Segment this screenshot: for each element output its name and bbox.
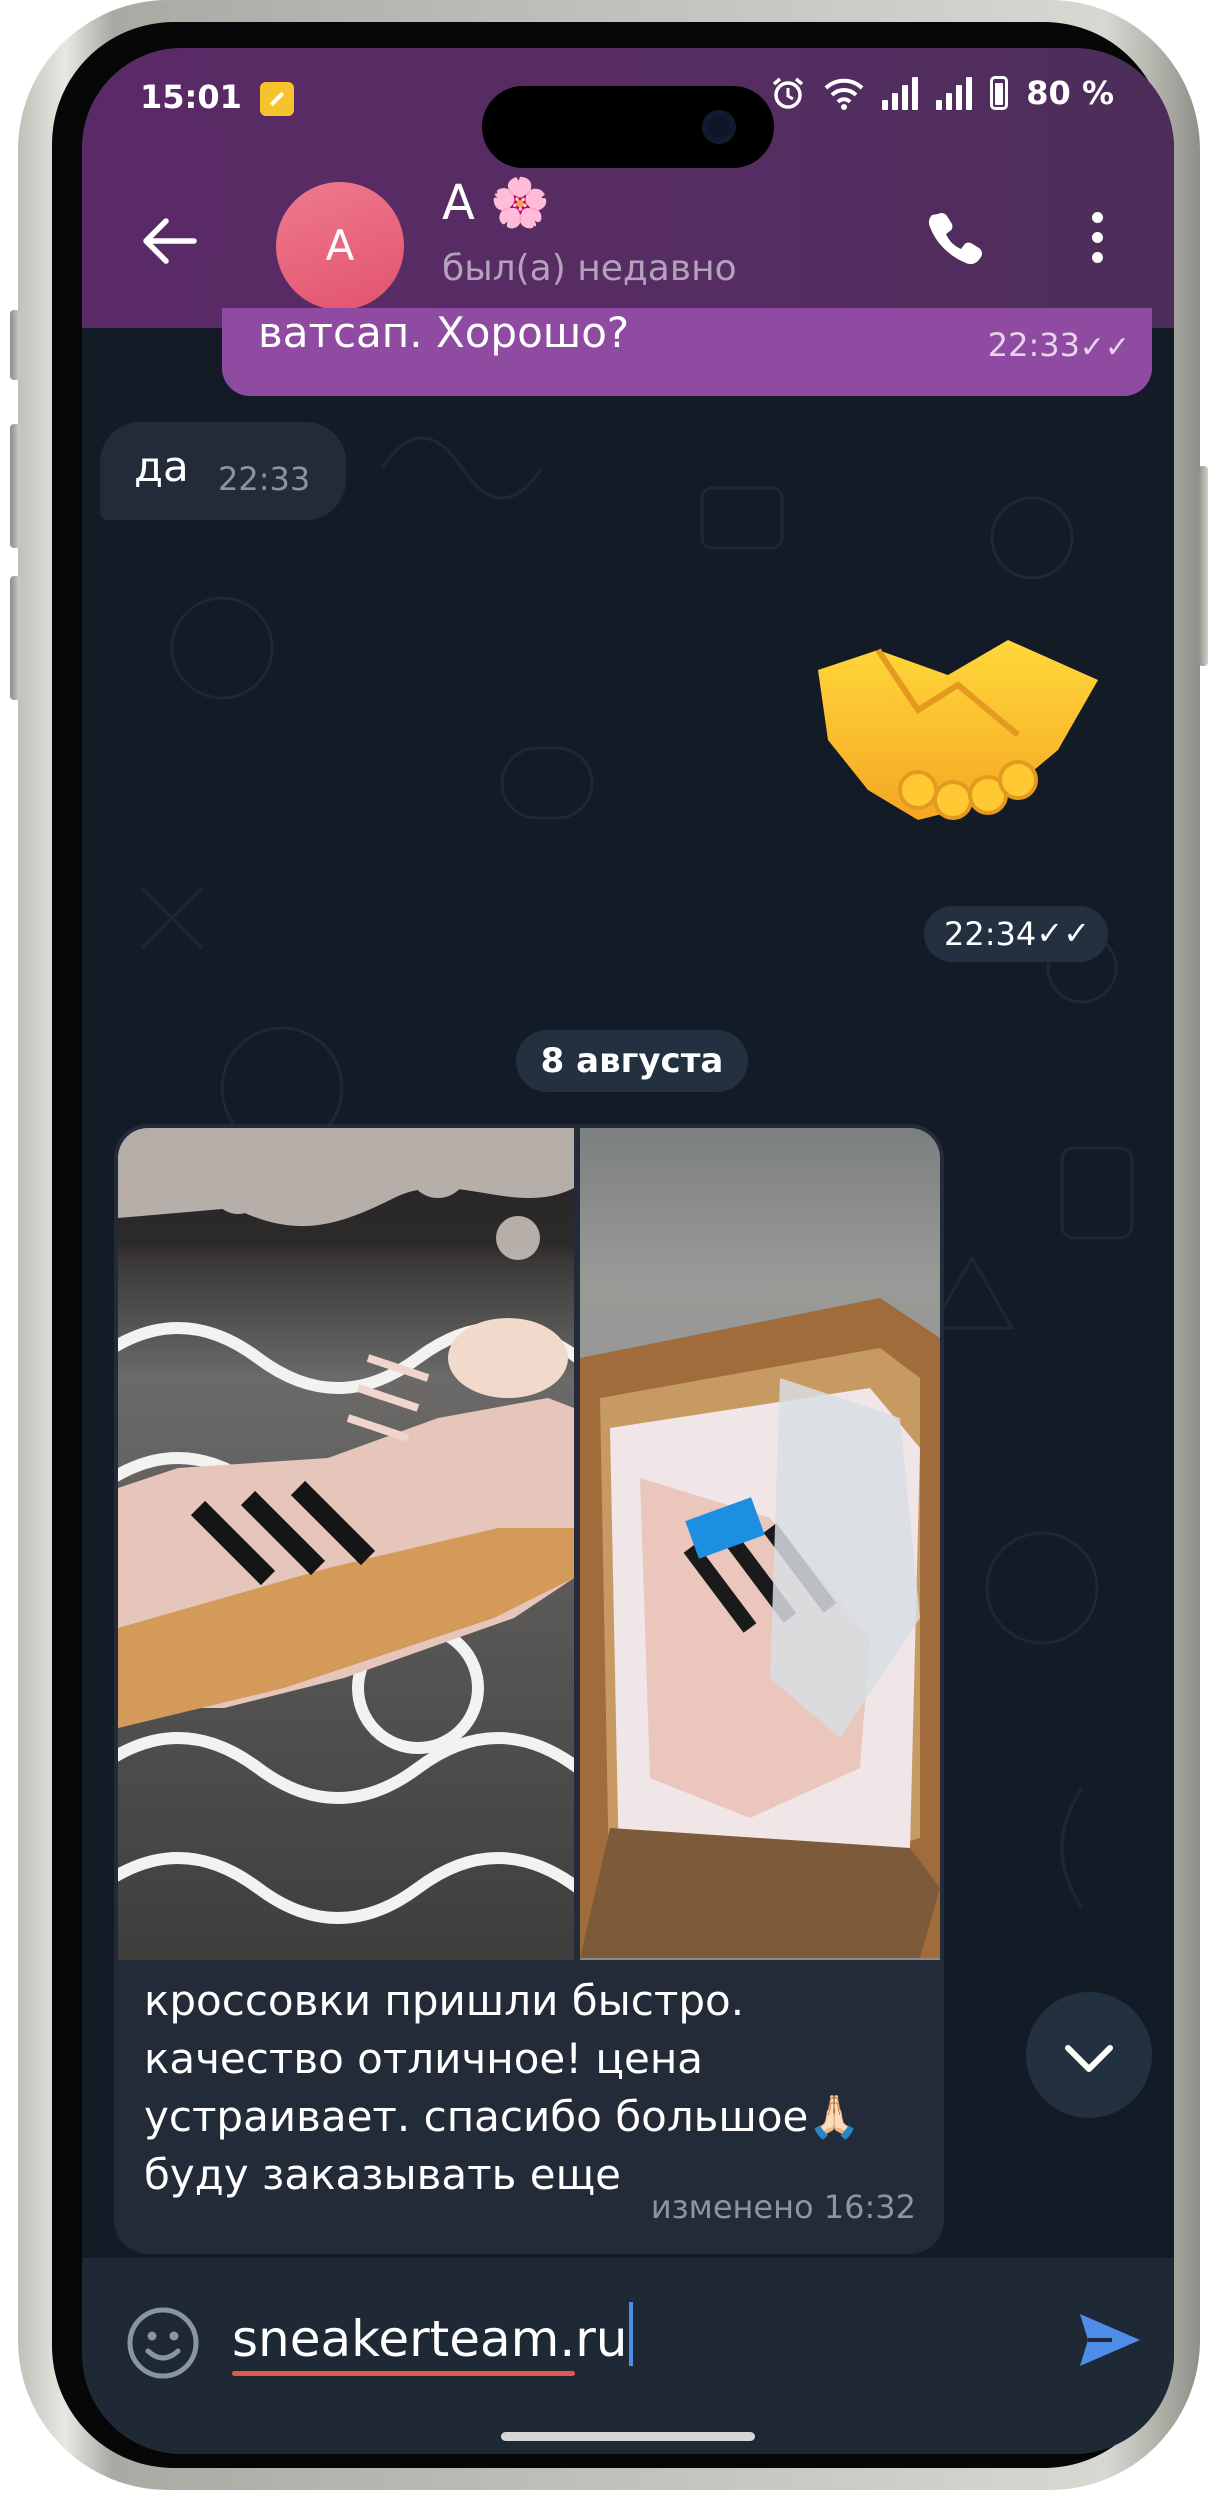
status-icons: 80 % — [770, 74, 1114, 112]
photo-caption: кроссовки пришли быстро. качество отличн… — [144, 1972, 861, 2204]
contact-name[interactable]: A 🌸 — [442, 174, 550, 231]
volume-up-button — [10, 424, 20, 548]
message-input-bar: sneakerteam.ru — [82, 2258, 1174, 2454]
phone-icon[interactable] — [924, 208, 984, 268]
message-time: 22:33 — [218, 460, 311, 498]
message-text: ватсап. Хорошо? — [258, 308, 630, 357]
avatar[interactable]: A — [276, 182, 404, 310]
chevron-down-icon — [1065, 2045, 1113, 2072]
message-input[interactable]: sneakerteam.ru — [232, 2302, 634, 2376]
signal-icon-2 — [936, 76, 973, 110]
double-check-icon: ✓✓ — [1079, 330, 1130, 365]
text-caret — [629, 2302, 634, 2366]
sneakers-in-box-photo[interactable] — [580, 1128, 940, 1960]
dynamic-island — [482, 86, 774, 168]
chat-header: 15:01 80 % A A 🌸 был(а) недавно — [82, 48, 1174, 328]
sneakers-on-rug-photo[interactable] — [118, 1128, 574, 1960]
message-time: 22:33 — [987, 326, 1080, 364]
signal-icon-1 — [882, 76, 919, 110]
volume-down-button — [10, 576, 20, 700]
caption-line: кроссовки пришли быстро. — [144, 1976, 745, 2025]
battery-icon — [990, 76, 1009, 110]
sticker-time-badge: 22:34 ✓✓ — [924, 906, 1108, 962]
caption-line: устраивает. спасибо большое🙏🏻 — [144, 2092, 861, 2141]
scroll-down-button[interactable] — [1026, 1992, 1152, 2118]
photo-message-bubble[interactable]: кроссовки пришли быстро. качество отличн… — [114, 1124, 944, 2254]
screen: 15:01 80 % A A 🌸 был(а) недавно ватсап. … — [82, 48, 1174, 2454]
double-check-icon: ✓✓ — [1036, 914, 1090, 952]
edited-time-label: изменено 16:32 — [650, 2188, 916, 2226]
caption-line: качество отличное! цена — [144, 2034, 704, 2083]
camera-lens — [702, 110, 736, 144]
notes-app-icon — [260, 82, 294, 116]
alarm-icon — [773, 77, 804, 109]
status-time: 15:01 — [140, 78, 242, 116]
outgoing-message-bubble[interactable]: ватсап. Хорошо? 22:33 ✓✓ — [222, 308, 1152, 396]
contact-status: был(а) недавно — [442, 248, 737, 289]
spellcheck-underline — [232, 2371, 576, 2376]
mute-switch — [10, 310, 20, 380]
message-input-value: sneakerteam.ru — [232, 2310, 628, 2368]
message-text: да — [134, 442, 189, 491]
arrow-left-icon[interactable] — [140, 216, 200, 266]
smiley-icon[interactable] — [126, 2306, 200, 2380]
incoming-message-bubble[interactable]: да 22:33 — [100, 422, 346, 520]
chat-area: ватсап. Хорошо? 22:33 ✓✓ да 22:33 22:34 … — [82, 308, 1174, 2258]
date-separator: 8 августа — [516, 1030, 748, 1092]
phone-frame: 15:01 80 % A A 🌸 был(а) недавно ватсап. … — [10, 0, 1208, 2490]
wifi-icon — [824, 78, 864, 110]
home-indicator — [501, 2432, 755, 2441]
send-icon[interactable] — [1078, 2310, 1142, 2370]
more-vertical-icon[interactable] — [1090, 212, 1104, 268]
power-button — [1198, 466, 1208, 666]
battery-percent: 80 % — [1026, 74, 1114, 112]
handshake-emoji[interactable] — [808, 630, 1108, 830]
message-time: 22:34 — [944, 915, 1037, 953]
